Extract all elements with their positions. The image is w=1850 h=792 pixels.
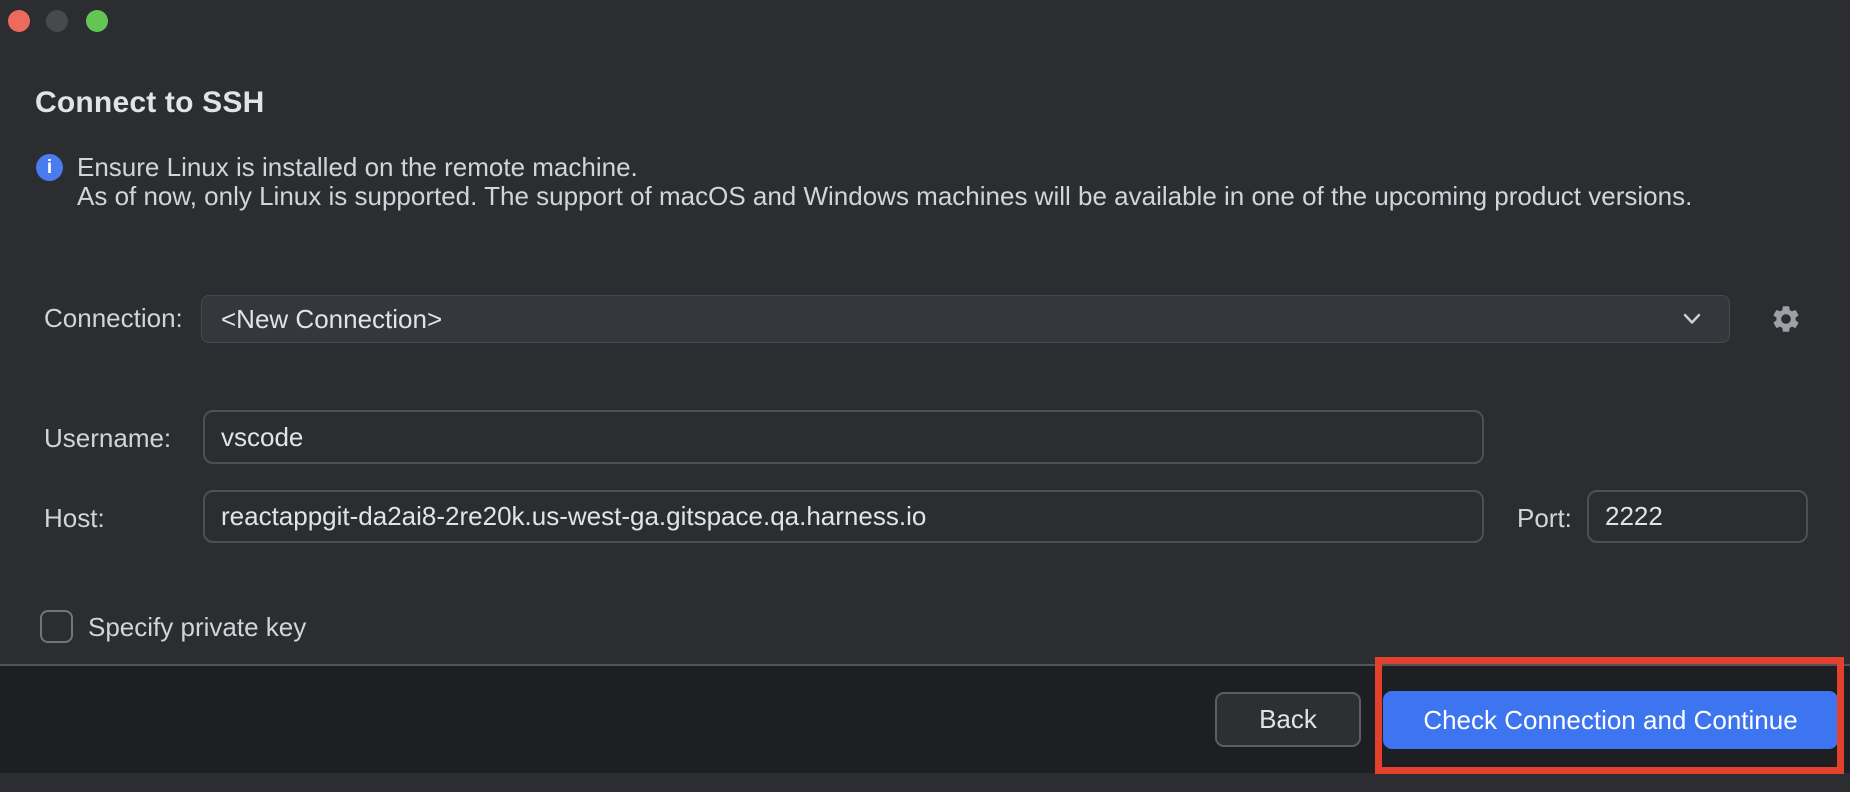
connect-to-ssh-dialog: Connect to SSH i Ensure Linux is install… (0, 0, 1850, 792)
ssh-configurations-button[interactable] (1768, 301, 1804, 337)
connection-select[interactable]: <New Connection> (201, 295, 1730, 343)
window-close-button[interactable] (8, 10, 30, 32)
specify-private-key-label[interactable]: Specify private key (88, 612, 306, 643)
username-field[interactable] (203, 410, 1484, 464)
specify-private-key-checkbox[interactable] (40, 610, 73, 643)
window-minimize-button[interactable] (46, 10, 68, 32)
notice-line-2: As of now, only Linux is supported. The … (77, 182, 1692, 211)
connection-label: Connection: (44, 303, 183, 334)
host-field[interactable] (203, 490, 1484, 543)
gear-icon (1770, 303, 1802, 335)
check-connection-and-continue-button[interactable]: Check Connection and Continue (1383, 691, 1838, 749)
back-button[interactable]: Back (1215, 692, 1361, 747)
linux-notice: i Ensure Linux is installed on the remot… (36, 153, 1692, 211)
window-zoom-button[interactable] (86, 10, 108, 32)
username-label: Username: (44, 423, 171, 454)
page-title: Connect to SSH (35, 86, 264, 120)
connection-selected-value: <New Connection> (221, 304, 1683, 335)
port-label: Port: (1517, 503, 1572, 534)
port-field[interactable] (1587, 490, 1808, 543)
notice-text: Ensure Linux is installed on the remote … (77, 153, 1692, 211)
chevron-down-icon (1683, 313, 1701, 325)
host-label: Host: (44, 503, 105, 534)
info-icon: i (36, 154, 63, 181)
notice-line-1: Ensure Linux is installed on the remote … (77, 153, 1692, 182)
window-bottom-strip (0, 773, 1850, 792)
